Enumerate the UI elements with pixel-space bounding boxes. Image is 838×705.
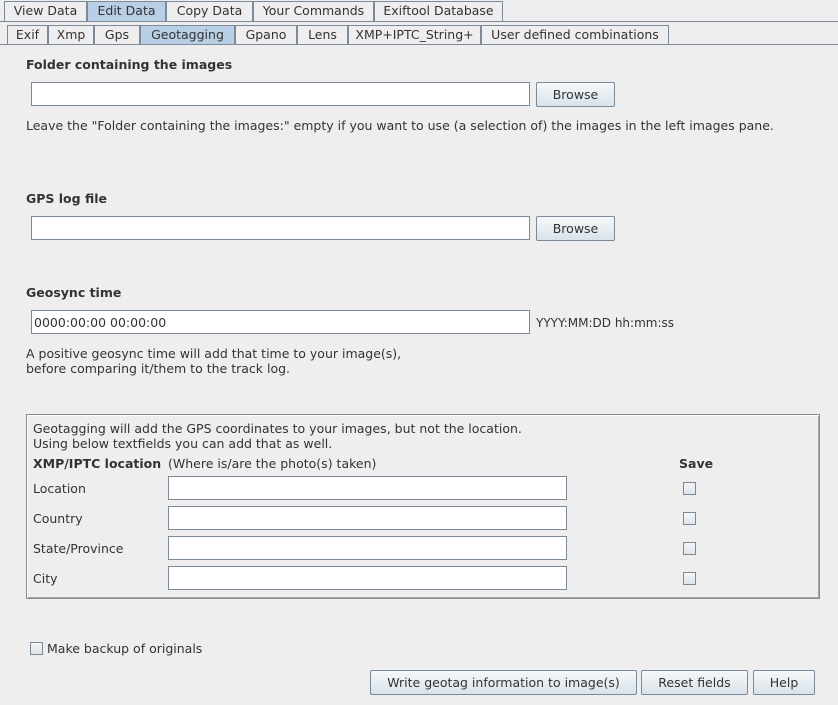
city-input[interactable] xyxy=(168,566,567,590)
tab-gps[interactable]: Gps xyxy=(94,25,140,45)
tab-xmp[interactable]: Xmp xyxy=(48,25,94,45)
tab-your-commands[interactable]: Your Commands xyxy=(253,1,374,21)
location-section-label: XMP/IPTC location xyxy=(33,456,162,471)
tab-gpano[interactable]: Gpano xyxy=(235,25,297,45)
state-province-input[interactable] xyxy=(168,536,567,560)
folder-heading: Folder containing the images xyxy=(26,57,233,72)
folder-browse-button[interactable]: Browse xyxy=(536,82,615,107)
tab-view-data[interactable]: View Data xyxy=(4,1,87,21)
country-label: Country xyxy=(33,511,83,526)
gps-log-browse-button[interactable]: Browse xyxy=(536,216,615,241)
location-label: Location xyxy=(33,481,86,496)
city-save-checkbox[interactable] xyxy=(683,572,696,585)
reset-fields-button[interactable]: Reset fields xyxy=(641,670,748,695)
gps-log-input[interactable] xyxy=(31,216,530,240)
app-window: { "main_tabs": ["View Data", "Edit Data"… xyxy=(0,0,838,705)
tab-xmp-iptc-string[interactable]: XMP+IPTC_String+ xyxy=(348,25,481,45)
geosync-note-line2: before comparing it/them to the track lo… xyxy=(26,361,291,376)
country-input[interactable] xyxy=(168,506,567,530)
location-info-line1: Geotagging will add the GPS coordinates … xyxy=(33,421,522,436)
tab-geotagging[interactable]: Geotagging xyxy=(140,25,235,45)
tab-lens[interactable]: Lens xyxy=(297,25,348,45)
folder-hint: Leave the "Folder containing the images:… xyxy=(26,118,774,133)
geosync-heading: Geosync time xyxy=(26,285,122,300)
location-save-checkbox[interactable] xyxy=(683,482,696,495)
state-province-save-checkbox[interactable] xyxy=(683,542,696,555)
help-button[interactable]: Help xyxy=(753,670,815,695)
main-tab-divider xyxy=(0,21,838,22)
write-geotag-button[interactable]: Write geotag information to image(s) xyxy=(370,670,637,695)
country-save-checkbox[interactable] xyxy=(683,512,696,525)
gps-log-heading: GPS log file xyxy=(26,191,107,206)
geosync-input[interactable] xyxy=(31,310,530,334)
geosync-format-hint: YYYY:MM:DD hh:mm:ss xyxy=(536,316,674,330)
tab-exif[interactable]: Exif xyxy=(7,25,48,45)
tab-exiftool-database[interactable]: Exiftool Database xyxy=(374,1,503,21)
sub-tab-divider xyxy=(0,44,838,45)
tab-copy-data[interactable]: Copy Data xyxy=(166,1,253,21)
backup-checkbox[interactable] xyxy=(30,642,43,655)
location-section-sublabel: (Where is/are the photo(s) taken) xyxy=(168,456,377,471)
folder-input[interactable] xyxy=(31,82,530,106)
location-input[interactable] xyxy=(168,476,567,500)
tab-edit-data[interactable]: Edit Data xyxy=(87,1,166,21)
state-province-label: State/Province xyxy=(33,541,124,556)
backup-label: Make backup of originals xyxy=(47,641,203,656)
tab-user-defined-combinations[interactable]: User defined combinations xyxy=(481,25,669,45)
save-column-header: Save xyxy=(679,456,714,471)
geosync-note-line1: A positive geosync time will add that ti… xyxy=(26,346,402,361)
location-info-line2: Using below textfields you can add that … xyxy=(33,436,333,451)
city-label: City xyxy=(33,571,58,586)
